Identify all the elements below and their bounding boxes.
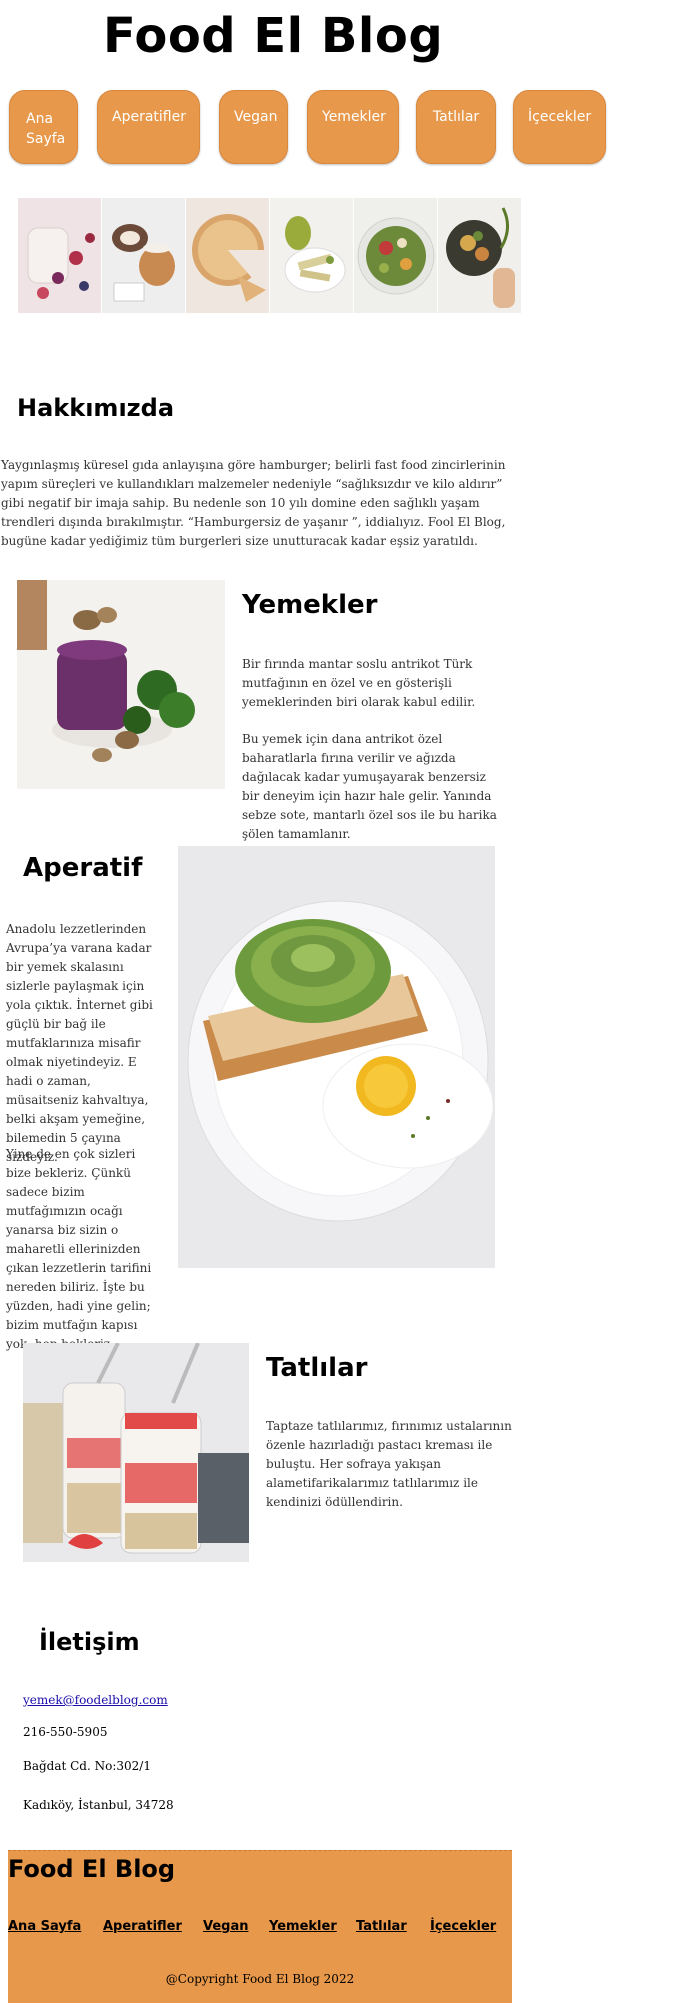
yemekler-paragraph-1: Bir fırında mantar soslu antrikot Türk m…	[242, 657, 476, 709]
nav-vegan-button[interactable]: Vegan	[219, 90, 288, 164]
aperatif-heading: Aperatif	[23, 853, 143, 883]
footer-link-yemekler[interactable]: Yemekler	[269, 1919, 337, 1934]
footer-copyright: @Copyright Food El Blog 2022	[165, 1972, 355, 1986]
yemekler-image	[17, 580, 225, 789]
nav-yemekler-button[interactable]: Yemekler	[307, 90, 399, 164]
tatlilar-image	[23, 1343, 249, 1562]
gallery-photo-berries	[18, 198, 102, 313]
nav-icecekler-button[interactable]: İçecekler	[513, 90, 606, 164]
footer-link-home[interactable]: Ana Sayfa	[8, 1919, 81, 1934]
yemekler-heading: Yemekler	[242, 590, 378, 620]
footer-link-aperatifler[interactable]: Aperatifler	[103, 1919, 182, 1934]
about-heading: Hakkımızda	[17, 394, 175, 422]
contact-address-line-2: Kadıköy, İstanbul, 34728	[23, 1798, 174, 1812]
aperatif-image	[178, 846, 495, 1268]
nav-tatlilar-button[interactable]: Tatlılar	[416, 90, 496, 164]
footer: Food El Blog Ana Sayfa Aperatifler Vegan…	[8, 1850, 512, 2003]
site-title: Food El Blog	[103, 8, 444, 64]
footer-title: Food El Blog	[8, 1855, 176, 1883]
contact-phone: 216-550-5905	[23, 1725, 108, 1739]
nav-aperatifler-button[interactable]: Aperatifler	[97, 90, 200, 164]
footer-link-tatlilar[interactable]: Tatlılar	[356, 1919, 407, 1934]
gallery-photo-salad-bowl	[354, 198, 438, 313]
contact-heading: İletişim	[39, 1628, 140, 1656]
footer-link-vegan[interactable]: Vegan	[203, 1919, 249, 1934]
gallery-photo-pear-salad	[270, 198, 354, 313]
yemekler-paragraph-2: Bu yemek için dana antrikot özel baharat…	[242, 732, 497, 841]
gallery-photo-pie	[186, 198, 270, 313]
photo-gallery	[18, 198, 522, 313]
gallery-photo-bowl-hand	[438, 198, 522, 313]
footer-link-icecekler[interactable]: İçecekler	[430, 1919, 496, 1934]
gallery-photo-roll-cake	[102, 198, 186, 313]
tatlilar-heading: Tatlılar	[266, 1353, 368, 1383]
nav-home-button[interactable]: Ana Sayfa	[9, 90, 78, 164]
contact-email-link[interactable]: yemek@foodelblog.com	[23, 1693, 168, 1707]
aperatif-paragraph-2: Yine de en çok sizleri bize bekleriz. Çü…	[6, 1147, 152, 1351]
tatlilar-text: Taptaze tatlılarımız, fırınımız ustaları…	[266, 1419, 512, 1509]
about-text: Yaygınlaşmış küresel gıda anlayışına gör…	[1, 458, 506, 548]
contact-address-line-1: Bağdat Cd. No:302/1	[23, 1759, 151, 1773]
aperatif-paragraph-1: Anadolu lezzetlerinden Avrupa’ya varana …	[6, 922, 153, 1164]
